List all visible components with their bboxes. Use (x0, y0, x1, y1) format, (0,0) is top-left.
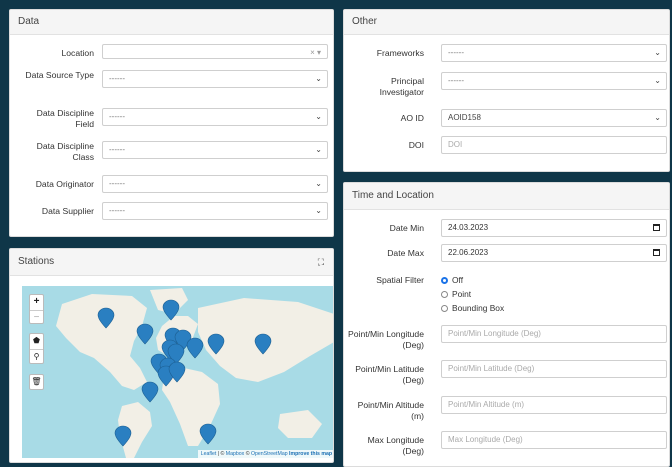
zoom-in-button[interactable]: + (30, 295, 43, 311)
calendar-icon[interactable] (653, 224, 660, 231)
location-label: Location (61, 48, 95, 58)
frameworks-label: Frameworks (376, 48, 424, 58)
station-marker (186, 337, 204, 359)
point-min-longitude-input[interactable]: Point/Min Longitude (Deg) (441, 325, 667, 343)
mapbox-link[interactable]: Mapbox (226, 451, 244, 457)
data-discipline-field-label: Data Discipline Field (36, 108, 94, 129)
point-min-longitude-label: Point/Min Longitude (Deg) (348, 329, 424, 350)
spatial-filter-bbox-radio[interactable]: Bounding Box (441, 303, 504, 314)
date-min-label: Date Min (389, 223, 424, 233)
chevron-down-icon: ⌄ (315, 145, 322, 154)
chevron-down-icon: ⌄ (315, 206, 322, 215)
openstreetmap-link[interactable]: OpenStreetMap (251, 451, 288, 457)
zoom-control: + − (29, 294, 44, 324)
date-max-input[interactable]: 22.06.2023 (441, 244, 667, 262)
zoom-out-button[interactable]: − (30, 311, 43, 325)
data-source-type-select[interactable]: ------ ⌄ (102, 70, 328, 88)
station-marker (141, 381, 159, 403)
data-discipline-class-select[interactable]: ------ ⌄ (102, 141, 328, 159)
spatial-filter-off-radio[interactable]: Off (441, 275, 463, 286)
chevron-down-icon: ⌄ (654, 48, 661, 57)
marker-icon[interactable]: ⚲ (30, 350, 43, 365)
other-panel: Other Frameworks ------ ⌄ Principal Inve… (343, 9, 670, 172)
radio-selected-icon (441, 277, 448, 284)
stations-map[interactable]: + − ⬟ ⚲ 🗑 Leaflet | © Mapbox © OpenStree… (22, 286, 333, 458)
stations-panel: Stations ⛶ + − ⬟ ⚲ 🗑 Leaflet | © Mapbox … (9, 248, 334, 463)
data-originator-label: Data Originator (35, 179, 94, 189)
station-marker (199, 423, 217, 445)
point-min-altitude-label: Point/Min Altitude (m) (357, 400, 424, 421)
station-marker (136, 323, 154, 345)
principal-investigator-select[interactable]: ------ ⌄ (441, 72, 667, 90)
time-location-panel-title: Time and Location (344, 183, 669, 210)
clear-icon[interactable]: × ▾ (310, 45, 321, 58)
chevron-down-icon: ⌄ (654, 76, 661, 85)
data-originator-select[interactable]: ------ ⌄ (102, 175, 328, 193)
principal-investigator-label: Principal Investigator (379, 76, 424, 97)
data-panel: Data Location × ▾ Data Source Type -----… (9, 9, 334, 237)
frameworks-select[interactable]: ------ ⌄ (441, 44, 667, 62)
other-panel-title: Other (344, 10, 669, 35)
calendar-icon[interactable] (653, 249, 660, 256)
improve-map-link[interactable]: Improve this map (289, 451, 332, 457)
max-longitude-label: Max Longitude (Deg) (367, 435, 424, 456)
trash-icon[interactable]: 🗑 (29, 374, 44, 390)
stations-panel-title: Stations ⛶ (10, 249, 333, 276)
data-source-type-label: Data Source Type (25, 70, 94, 80)
date-max-label: Date Max (387, 248, 424, 258)
data-supplier-select[interactable]: ------ ⌄ (102, 202, 328, 220)
spatial-filter-label: Spatial Filter (376, 275, 424, 285)
doi-input[interactable]: DOI (441, 136, 667, 154)
data-supplier-label: Data Supplier (41, 206, 94, 216)
spatial-filter-point-radio[interactable]: Point (441, 289, 471, 300)
polygon-icon[interactable]: ⬟ (30, 334, 43, 350)
chevron-down-icon: ⌄ (315, 112, 322, 121)
radio-icon (441, 305, 448, 312)
data-discipline-field-select[interactable]: ------ ⌄ (102, 108, 328, 126)
doi-label: DOI (408, 140, 424, 150)
ao-id-label: AO ID (400, 113, 424, 123)
world-map (56, 288, 333, 458)
chevron-down-icon: ⌄ (315, 74, 322, 83)
point-min-latitude-label: Point/Min Latitude (Deg) (355, 364, 424, 385)
date-min-input[interactable]: 24.03.2023 (441, 219, 667, 237)
data-discipline-class-label: Data Discipline Class (36, 141, 94, 162)
point-min-latitude-input[interactable]: Point/Min Latitude (Deg) (441, 360, 667, 378)
chevron-down-icon: ⌄ (315, 179, 322, 188)
expand-icon[interactable]: ⛶ (318, 249, 324, 275)
time-location-panel: Time and Location Date Min 24.03.2023 Da… (343, 182, 670, 467)
map-attribution: Leaflet | © Mapbox © OpenStreetMap Impro… (197, 450, 333, 458)
land-australia (278, 410, 322, 438)
location-multiselect[interactable]: × ▾ (102, 44, 328, 59)
radio-icon (441, 291, 448, 298)
leaflet-link[interactable]: Leaflet (201, 451, 217, 457)
ao-id-select[interactable]: AOID158 ⌄ (441, 109, 667, 127)
land-north-america (56, 294, 147, 390)
point-min-altitude-input[interactable]: Point/Min Altitude (m) (441, 396, 667, 414)
chevron-down-icon: ⌄ (654, 113, 661, 122)
draw-toolbar: ⬟ ⚲ (29, 333, 44, 364)
max-longitude-input[interactable]: Max Longitude (Deg) (441, 431, 667, 449)
data-panel-title: Data (10, 10, 333, 35)
